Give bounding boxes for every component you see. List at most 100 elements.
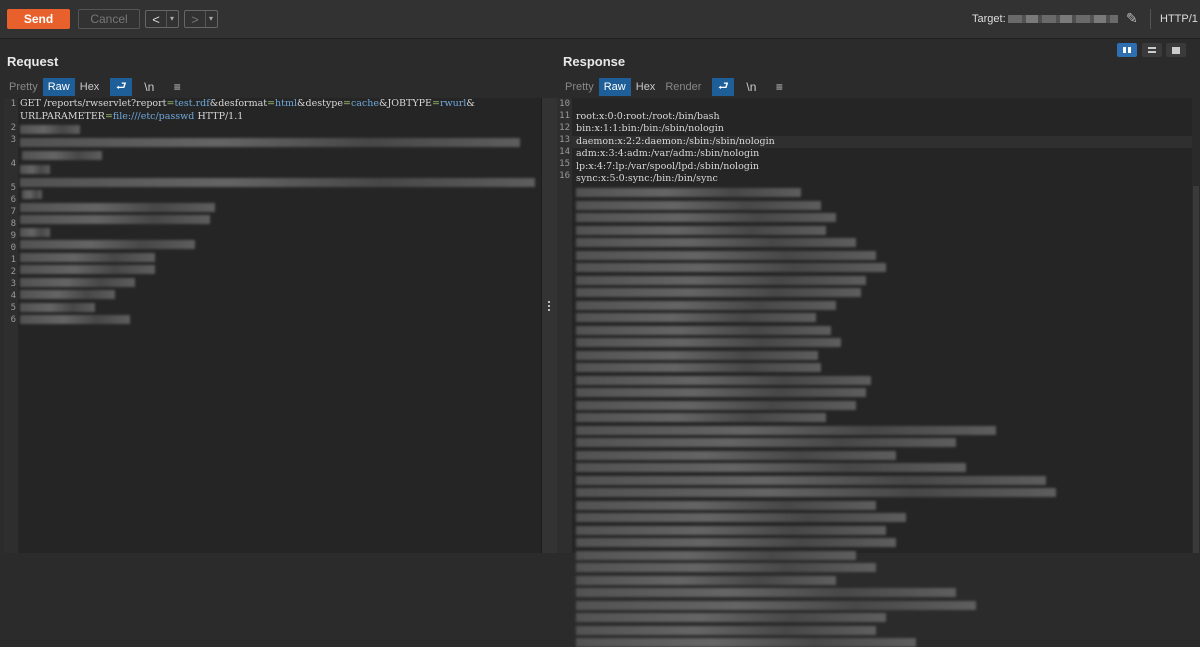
forward-arrow-icon[interactable]: > — [185, 12, 205, 27]
response-line: lp:x:4:7:lp:/var/spool/lpd:/sbin/nologin — [576, 160, 760, 172]
redacted-text — [576, 238, 856, 247]
drag-handle-icon[interactable] — [548, 301, 550, 303]
redacted-text — [576, 213, 836, 222]
request-tab-pretty[interactable]: Pretty — [4, 78, 43, 96]
redacted-text — [576, 326, 831, 335]
line-number — [4, 110, 18, 122]
redacted-text — [576, 576, 836, 585]
redacted-text — [576, 538, 896, 547]
http-protocol: HTTP/1.1 — [197, 110, 244, 122]
response-tab-hex[interactable]: Hex — [631, 78, 661, 96]
redacted-text — [576, 201, 821, 210]
line-number: 4 — [10, 291, 16, 301]
request-wrap-lines-icon[interactable]: ⮐ — [110, 78, 133, 96]
redacted-text — [576, 451, 896, 460]
param-value: test.rdf — [174, 98, 210, 109]
redacted-text — [576, 313, 816, 322]
request-view-tabs: Pretty Raw Hex ⮐ \n ≡ — [4, 78, 188, 96]
response-editor[interactable]: 10 11 12 13 14 15 16 root:x:0:0:root:/ro… — [557, 98, 1200, 647]
redacted-text — [576, 588, 956, 597]
redacted-text — [20, 278, 135, 287]
redacted-text — [576, 626, 876, 635]
param-value: rwurl — [439, 98, 467, 109]
line-number: 5 — [10, 183, 16, 193]
redacted-text — [576, 601, 976, 610]
redacted-text — [576, 338, 841, 347]
response-line: bin:x:1:1:bin:/bin:/sbin/nologin — [576, 123, 724, 134]
response-show-newlines-icon[interactable]: \n — [740, 78, 762, 96]
redacted-text — [576, 226, 826, 235]
redacted-text — [576, 376, 871, 385]
request-tab-hex[interactable]: Hex — [75, 78, 105, 96]
redacted-text — [576, 501, 876, 510]
send-button[interactable]: Send — [7, 9, 70, 29]
line-number: 16 — [559, 171, 570, 181]
param-name: JOBTYPE — [387, 98, 432, 109]
redacted-text — [576, 263, 886, 272]
redacted-text — [20, 265, 155, 274]
redacted-text — [20, 125, 80, 134]
request-tab-raw[interactable]: Raw — [42, 78, 75, 96]
response-wrap-lines-icon[interactable]: ⮐ — [712, 78, 735, 96]
redacted-text — [576, 488, 1056, 497]
layout-tabs-icon[interactable] — [1166, 43, 1186, 57]
back-nav-group[interactable]: < ▾ — [145, 10, 179, 28]
redacted-text — [20, 290, 115, 299]
response-view-tabs: Pretty Raw Hex Render ⮐ \n ≡ — [560, 78, 790, 96]
param-name: destype — [305, 98, 343, 109]
http-method: GET — [20, 98, 41, 109]
redacted-text — [20, 138, 520, 147]
redacted-text — [22, 190, 42, 199]
back-arrow-icon[interactable]: < — [146, 12, 166, 27]
line-number: 8 — [10, 219, 16, 229]
response-tab-raw[interactable]: Raw — [598, 78, 631, 96]
redacted-text — [576, 426, 996, 435]
redacted-text — [576, 401, 856, 410]
response-tab-pretty[interactable]: Pretty — [560, 78, 599, 96]
param-name: desformat — [218, 98, 268, 109]
redacted-text — [20, 178, 535, 187]
edit-target-pencil-icon[interactable]: ✎ — [1126, 10, 1138, 27]
line-number: 1 — [10, 99, 16, 109]
redacted-text — [576, 476, 1046, 485]
pane-splitter[interactable] — [541, 98, 558, 553]
forward-history-dropdown-icon[interactable]: ▾ — [205, 11, 216, 27]
cancel-button[interactable]: Cancel — [78, 9, 140, 29]
request-title: Request — [7, 54, 59, 69]
redacted-text — [576, 513, 906, 522]
response-scrollbar[interactable] — [1192, 98, 1200, 553]
redacted-text — [20, 203, 215, 212]
request-path: /reports/rwservlet? — [43, 98, 137, 109]
line-number: 15 — [559, 159, 570, 169]
target-label: Target: — [972, 13, 1006, 25]
redacted-text — [576, 438, 956, 447]
redacted-text — [576, 526, 886, 535]
back-history-dropdown-icon[interactable]: ▾ — [166, 11, 177, 27]
layout-stacked-icon[interactable] — [1142, 43, 1162, 57]
redacted-text — [576, 638, 916, 647]
response-title: Response — [563, 54, 626, 69]
scrollbar-thumb[interactable] — [1193, 186, 1199, 553]
request-show-newlines-icon[interactable]: \n — [138, 78, 160, 96]
line-number: 7 — [10, 207, 16, 217]
line-number — [4, 146, 18, 158]
line-number — [4, 170, 18, 182]
line-number: 2 — [10, 123, 16, 133]
redacted-text — [22, 151, 102, 160]
response-line — [576, 98, 775, 111]
target-host-redacted — [1008, 15, 1118, 23]
layout-side-by-side-icon[interactable] — [1117, 43, 1137, 57]
line-number: 4 — [10, 159, 16, 169]
response-tab-render[interactable]: Render — [660, 78, 706, 96]
forward-nav-group[interactable]: > ▾ — [184, 10, 218, 28]
redacted-text — [20, 253, 155, 262]
response-body: root:x:0:0:root:/root:/bin/bash bin:x:1:1… — [576, 98, 775, 186]
response-menu-icon[interactable]: ≡ — [768, 78, 790, 96]
http-version-selector[interactable]: HTTP/1 — [1160, 13, 1198, 25]
line-number: 0 — [10, 243, 16, 253]
line-number: 10 — [559, 99, 570, 109]
response-line: daemon:x:2:2:daemon:/sbin:/sbin/nologin — [576, 135, 775, 147]
line-number: 11 — [559, 111, 570, 121]
request-editor[interactable]: 1 2 3 4 5 6 7 8 9 0 1 2 3 4 5 6 GET /rep… — [4, 98, 541, 553]
request-menu-icon[interactable]: ≡ — [166, 78, 188, 96]
